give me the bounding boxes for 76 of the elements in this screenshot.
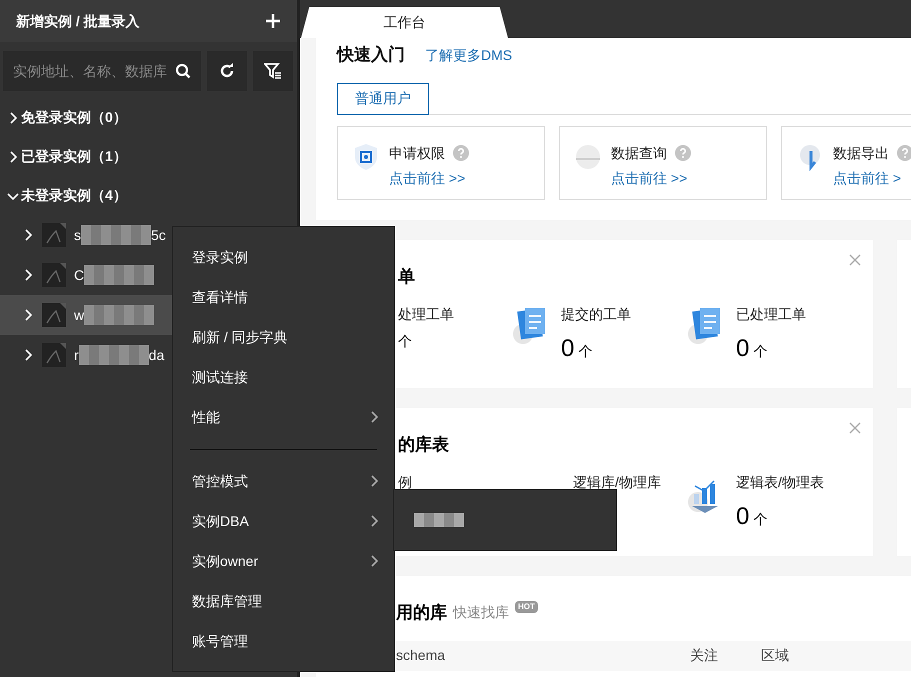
- database-icon: [42, 263, 66, 287]
- stat-label: 逻辑表/物理表: [736, 472, 824, 492]
- stat-unit: 个: [398, 332, 412, 350]
- filter-button[interactable]: [253, 51, 293, 91]
- database-icon: [42, 223, 66, 247]
- menu-item[interactable]: 实例DBA: [173, 501, 394, 541]
- search-field[interactable]: 实例地址、名称、数据库: [3, 51, 201, 91]
- entry-card[interactable]: 数据导出 点击前往 >: [781, 126, 911, 200]
- entry-label: 申请权限: [389, 144, 445, 162]
- redacted-block: [84, 265, 154, 285]
- redacted-block: [81, 225, 151, 245]
- go-link[interactable]: 点击前往 >>: [389, 168, 469, 188]
- stat-unit: 个: [753, 342, 768, 360]
- entry-label: 数据查询: [611, 144, 667, 162]
- stat-count: 0: [736, 502, 750, 532]
- search-icon: [175, 63, 191, 79]
- tree-group[interactable]: 免登录实例（0）: [0, 98, 297, 137]
- stat-label: 逻辑库/物理库: [573, 472, 661, 492]
- section-subtitle: 快速找库: [453, 603, 509, 622]
- close-icon[interactable]: [849, 422, 861, 434]
- go-link[interactable]: 点击前往 >>: [611, 168, 691, 188]
- instance-name: w: [74, 306, 84, 324]
- go-link[interactable]: 点击前往 >: [833, 168, 911, 188]
- shield-icon: [353, 142, 379, 170]
- help-icon[interactable]: [453, 145, 469, 161]
- menu-item[interactable]: 数据库管理: [173, 581, 394, 621]
- close-icon[interactable]: [849, 254, 861, 266]
- menu-item[interactable]: 登录实例: [173, 237, 394, 277]
- menu-item[interactable]: 测试连接: [173, 357, 394, 397]
- database-icon: [42, 303, 66, 327]
- entry-card[interactable]: 申请权限 点击前往 >>: [337, 126, 545, 200]
- stat-count: 0: [561, 334, 574, 364]
- section-title: 快速入门: [337, 44, 405, 66]
- column-header: schema: [396, 646, 446, 665]
- stat-unit: 个: [578, 342, 592, 360]
- add-icon[interactable]: [265, 13, 281, 29]
- stat-count: 0: [736, 334, 750, 364]
- redacted-block: [84, 305, 154, 325]
- card-title: 单: [398, 266, 415, 288]
- export-icon: [797, 142, 823, 170]
- entry-card[interactable]: 数据查询 点击前往 >>: [559, 126, 767, 200]
- section-title: 用的库: [396, 602, 447, 624]
- stat-unit: 个: [753, 510, 768, 528]
- help-icon[interactable]: [675, 145, 691, 161]
- instance-name: C: [74, 266, 84, 284]
- refresh-button[interactable]: [207, 51, 247, 91]
- column-header: 关注: [690, 646, 719, 665]
- stat-label: 已处理工单: [736, 304, 806, 324]
- database-icon: [42, 343, 66, 367]
- menu-item[interactable]: 实例owner: [173, 541, 394, 581]
- column-header: 区域: [761, 646, 790, 665]
- stat-label: 提交的工单: [561, 304, 631, 324]
- instance-name: 5c: [151, 226, 166, 244]
- stat-label: 例: [398, 472, 412, 492]
- learn-more-link[interactable]: 了解更多DMS: [425, 45, 512, 66]
- entry-label: 数据导出: [833, 144, 889, 162]
- refresh-icon: [219, 63, 235, 79]
- tree-group[interactable]: 未登录实例（4）: [0, 176, 297, 215]
- instance-name: s: [74, 226, 81, 244]
- sidebar-title: 新增实例 / 批量录入: [16, 12, 140, 30]
- help-icon[interactable]: [897, 145, 911, 161]
- disc-icon: [575, 142, 601, 170]
- menu-item[interactable]: 性能: [173, 397, 394, 437]
- menu-item[interactable]: 账号管理: [173, 621, 394, 661]
- hot-badge: HOT: [515, 600, 538, 613]
- role-tab[interactable]: 普通用户: [337, 82, 429, 114]
- filter-icon: [264, 63, 282, 79]
- instance-name: r: [74, 346, 79, 364]
- stat-label: 处理工单: [398, 304, 454, 324]
- instance-name: da: [148, 346, 164, 364]
- redacted-block: [414, 513, 464, 527]
- redacted-block: [78, 345, 149, 365]
- menu-item[interactable]: 管控模式: [173, 461, 394, 501]
- card-title: 的库表: [398, 434, 449, 456]
- tab[interactable]: 工作台: [301, 7, 508, 38]
- tree-group[interactable]: 已登录实例（1）: [0, 137, 297, 176]
